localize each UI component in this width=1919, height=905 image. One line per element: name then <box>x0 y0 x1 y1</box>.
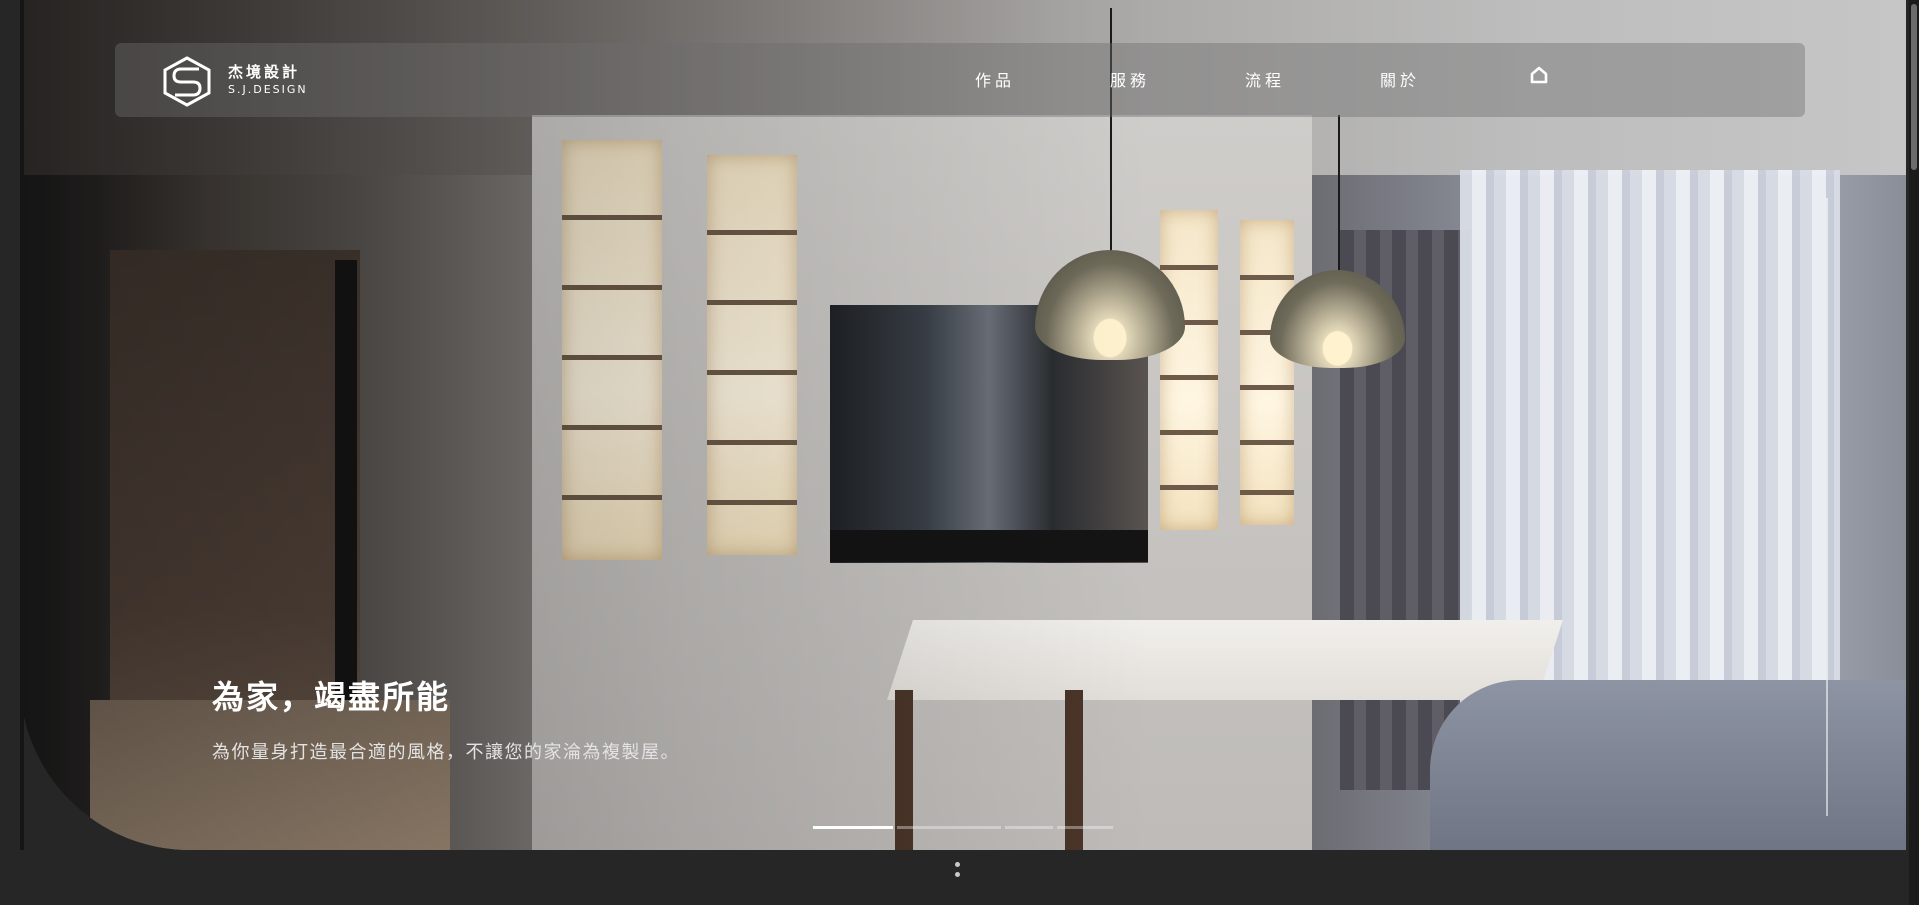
scroll-down-indicator[interactable] <box>953 862 961 884</box>
nav-item-process[interactable]: 流程 <box>1245 67 1285 91</box>
hero-subtitle: 為你量身打造最合適的風格，不讓您的家淪為複製屋。 <box>212 742 680 763</box>
slide-indicator-4[interactable] <box>1057 826 1113 829</box>
top-navbar: 杰境設計 S.J.DESIGN 作品 服務 流程 關於 <box>115 43 1805 117</box>
brand-name-zh: 杰境設計 <box>228 63 301 81</box>
hero-title: 為家，竭盡所能 <box>212 678 451 716</box>
left-edge <box>20 0 24 850</box>
hero-overlay <box>20 0 1906 850</box>
vertical-rule <box>1826 198 1828 816</box>
slide-indicator-1[interactable] <box>813 826 893 829</box>
nav-item-services[interactable]: 服務 <box>1110 67 1150 91</box>
logo-cube-icon <box>163 56 211 107</box>
brand-logo[interactable]: 杰境設計 S.J.DESIGN <box>161 55 361 107</box>
scrollbar-thumb[interactable] <box>1911 4 1917 170</box>
hero-banner <box>20 0 1906 850</box>
nav-item-works[interactable]: 作品 <box>975 67 1015 91</box>
home-icon[interactable] <box>1529 65 1549 85</box>
slide-indicator-2[interactable] <box>897 826 1001 829</box>
page-scrollbar[interactable] <box>1909 0 1919 905</box>
brand-name-en: S.J.DESIGN <box>228 83 308 96</box>
nav-item-about[interactable]: 關於 <box>1380 67 1420 91</box>
slide-indicator-3[interactable] <box>1005 826 1053 829</box>
